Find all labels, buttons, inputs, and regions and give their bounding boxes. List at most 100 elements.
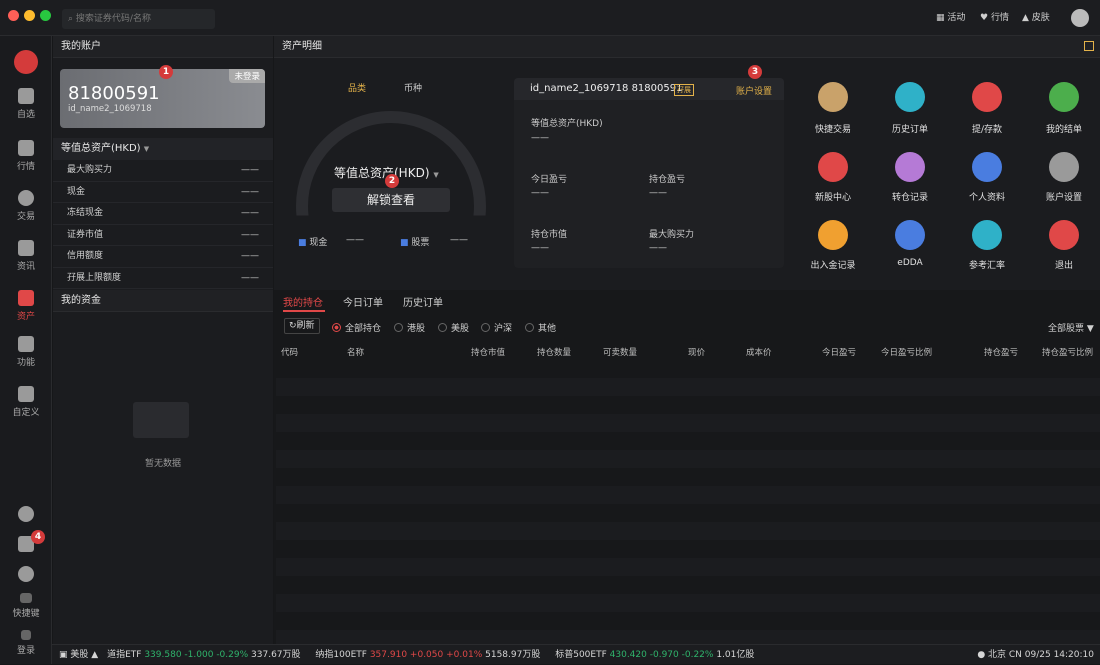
col-name[interactable]: 名称 [347, 346, 364, 358]
account-number: 81800591 [68, 83, 160, 104]
login-button[interactable]: 登录 [0, 630, 52, 656]
deposit-withdraw-icon[interactable] [972, 82, 1002, 112]
nav-custom[interactable]: 自定义 [0, 386, 52, 418]
cash-legend: ■ 现金 [298, 238, 328, 248]
headset-icon [18, 506, 34, 522]
account-info-card: id_name2_1069718 81800591 孖展 账户设置 等值总资产(… [514, 78, 784, 268]
refresh-button[interactable]: ↻刷新 [284, 318, 320, 334]
ticker-name[interactable]: 道指ETF [107, 650, 141, 660]
nav-news[interactable]: 资讯 [0, 240, 52, 272]
info-hold-pl-label: 持仓盈亏 [649, 175, 686, 185]
profile-icon[interactable] [972, 152, 1002, 182]
filter-other[interactable]: 其他 [525, 321, 556, 334]
account-settings-label: 账户设置 [1045, 193, 1082, 203]
table-body [276, 360, 1100, 644]
tab-history-orders[interactable]: 历史订单 [403, 294, 443, 309]
refresh-icon: ↻ [289, 321, 297, 331]
info-buying-power-value: —— [649, 243, 667, 253]
fund-records-label: 出入金记录 [810, 261, 856, 271]
my-statements-icon[interactable] [1049, 82, 1079, 112]
all-stocks-dropdown[interactable]: 全部股票 ▼ [1048, 321, 1094, 334]
quick-trade-label: 快捷交易 [814, 125, 851, 135]
asset-detail-panel: 资产明细 品类 币种 等值总资产(HKD) ▼ 解锁查看 ■ 现金 —— ■ 股… [274, 36, 1100, 290]
empty-box-icon [133, 402, 189, 438]
nav-quotes[interactable]: 行情 [0, 140, 52, 172]
account-row: 冻结现金 —— [53, 203, 273, 225]
quick-trade-icon[interactable] [818, 82, 848, 112]
search-input[interactable]: ⌕ 搜索证券代码/名称 [62, 9, 215, 29]
tab-holdings[interactable]: 我的持仓 [283, 294, 323, 309]
account-id: id_name2_1069718 [68, 104, 152, 114]
funds-title: 我的资金 [53, 290, 273, 312]
brand-logo-icon [14, 50, 38, 74]
skin-button[interactable]: ▲ 皮肤 [1022, 11, 1050, 25]
col-today-pl-ratio[interactable]: 今日盈亏比例 [881, 346, 932, 358]
unlock-button[interactable]: 解锁查看 [332, 188, 450, 212]
col-code[interactable]: 代码 [281, 346, 298, 358]
info-market-value-label: 持仓市值 [531, 230, 568, 240]
assets-icon [18, 290, 34, 306]
ipo-center-label: 新股中心 [814, 193, 851, 203]
close-window-button[interactable] [8, 10, 19, 21]
activity-button[interactable]: ▦ 活动 [936, 11, 965, 25]
zoom-window-button[interactable] [40, 10, 51, 21]
col-market-value[interactable]: 持仓市值 [471, 346, 505, 358]
col-sellable[interactable]: 可卖数量 [603, 346, 637, 358]
filter-all[interactable]: 全部持仓 [332, 321, 381, 334]
col-today-pl[interactable]: 今日盈亏 [822, 346, 856, 358]
status-clock: ● 北京 CN 09/25 14:20:10 [977, 650, 1094, 660]
account-settings-link[interactable]: 账户设置 [736, 84, 772, 97]
transfer-records-icon[interactable] [895, 152, 925, 182]
filter-us[interactable]: 美股 [438, 321, 469, 334]
account-row: 信用额度 —— [53, 246, 273, 268]
ipo-center-icon[interactable] [818, 152, 848, 182]
ticker-name[interactable]: 纳指100ETF [315, 650, 367, 660]
settings-button[interactable] [0, 566, 52, 585]
info-total-label: 等值总资产(HKD) [531, 119, 603, 129]
filter-sh[interactable]: 沪深 [481, 321, 512, 334]
quotes-icon [18, 140, 34, 156]
tab-category[interactable]: 品类 [348, 81, 366, 94]
nav-functions[interactable]: 功能 [0, 336, 52, 368]
edda-label: eDDA [897, 258, 923, 268]
exchange-rate-label: 参考汇率 [968, 261, 1005, 271]
panel-toggle-icon[interactable] [1084, 41, 1094, 51]
col-hold-pl-ratio[interactable]: 持仓盈亏比例 [1042, 346, 1093, 358]
nav-trade[interactable]: 交易 [0, 190, 52, 222]
minimize-window-button[interactable] [24, 10, 35, 21]
trade-icon [18, 190, 34, 206]
edda-icon[interactable] [895, 220, 925, 250]
account-settings-icon[interactable] [1049, 152, 1079, 182]
my-statements-label: 我的结单 [1045, 125, 1082, 135]
ticker-name[interactable]: 标普500ETF [555, 650, 607, 660]
total-assets-dropdown[interactable]: 等值总资产(HKD) ▼ [53, 138, 273, 160]
app-logo-icon[interactable] [1071, 9, 1089, 27]
account-row: 最大购买力 —— [53, 160, 273, 182]
quotes-button[interactable]: ♥ 行情 [980, 11, 1009, 25]
chevron-down-icon: ▼ [143, 145, 150, 153]
account-row: 证券市值 —— [53, 225, 273, 246]
margin-tag: 孖展 [674, 84, 694, 96]
market-selector[interactable]: 美股 ▲ [70, 650, 98, 660]
tab-today-orders[interactable]: 今日订单 [343, 294, 383, 309]
news-icon [18, 240, 34, 256]
transfer-records-label: 转仓记录 [891, 193, 928, 203]
info-hold-pl-value: —— [649, 188, 667, 198]
keyboard-icon [20, 593, 32, 603]
col-price[interactable]: 现价 [688, 346, 705, 358]
fund-records-icon[interactable] [818, 220, 848, 250]
col-quantity[interactable]: 持仓数量 [537, 346, 571, 358]
nav-assets[interactable]: 资产 [0, 290, 52, 322]
logout-icon[interactable] [1049, 220, 1079, 250]
custom-icon [18, 386, 34, 402]
col-hold-pl[interactable]: 持仓盈亏 [984, 346, 1018, 358]
headset-button[interactable] [0, 506, 52, 525]
filter-hk[interactable]: 港股 [394, 321, 425, 334]
history-orders-icon[interactable] [895, 82, 925, 112]
nav-watchlist[interactable]: 自选 [0, 88, 52, 120]
exchange-rate-icon[interactable] [972, 220, 1002, 250]
col-cost[interactable]: 成本价 [746, 346, 772, 358]
message-count-badge: 4 [31, 530, 45, 544]
tab-currency[interactable]: 币种 [404, 81, 422, 94]
shortcut-button[interactable]: 快捷键 [0, 593, 52, 619]
